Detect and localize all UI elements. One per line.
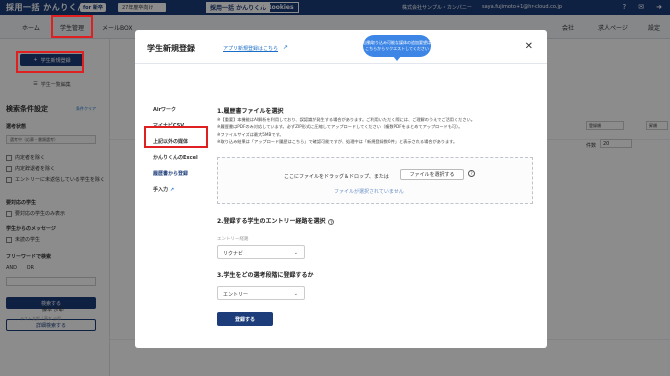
note-line: ※履歴書はPDFのみ対応しています。必ずZIP形式に圧縮してアップロードしてくだ… — [217, 124, 463, 130]
tab-manual-input[interactable]: 手入力 ↗ — [153, 186, 174, 193]
modal-body: 1.履歴書ファイルを選択 ※【重要】本機能はAI解析を利用しており、誤認識が発生… — [217, 64, 539, 348]
tab-airwork[interactable]: Airワーク — [153, 106, 176, 113]
stage-value: エントリー — [223, 292, 249, 298]
tab-mynavi-csv[interactable]: マイナビCSV — [153, 122, 184, 129]
entry-route-label: エントリー経路 — [217, 237, 249, 242]
help-icon[interactable]: ? — [328, 218, 335, 225]
section3-title: 3.学生をどの選考段階に登録するか — [217, 272, 314, 279]
tab-other-media[interactable]: 上記以外の媒体 — [153, 138, 188, 145]
notes: ※【重要】本機能はAI解析を利用しており、誤認識が発生する場合があります。ご利用… — [217, 116, 539, 146]
app-register-help-link[interactable]: アプリ新規登録はこちら — [223, 45, 278, 52]
request-bubble[interactable]: 自動取り込み可能な媒体の追加要望はこちらからリクエストしてください — [363, 35, 431, 61]
tab-manual-input-label: 手入力 — [153, 187, 169, 193]
tab-resume-register[interactable]: 履歴書から登録 — [153, 170, 188, 177]
select-file-button[interactable]: ファイルを選択する — [400, 169, 464, 180]
external-link-icon: ↗ — [170, 187, 175, 193]
section2-title: 2.登録する学生のエントリー経路を選択? — [217, 216, 335, 225]
section2-title-text: 2.登録する学生のエントリー経路を選択 — [217, 218, 326, 225]
file-status: ファイルが選択されていません — [334, 189, 404, 195]
student-register-modal: 学生新規登録 アプリ新規登録はこちら ↗ 自動取り込み可能な媒体の追加要望はこち… — [135, 30, 547, 348]
modal-title: 学生新規登録 — [147, 44, 195, 53]
help-icon[interactable]: ? — [468, 170, 475, 177]
drop-instruction: ここにファイルをドラッグ＆ドロップ、または — [284, 174, 389, 180]
note-line: ※ファイルサイズは最大5MBです。 — [217, 131, 284, 137]
tab-kanrikun-excel[interactable]: かんりくんのExcel — [153, 154, 198, 161]
note-line: ※取り込み結果は「アップロード履歴はこちら」で確認可能ですが、処理中は「新規登録… — [217, 139, 458, 145]
note-line: ※【重要】本機能はAI解析を利用しており、誤認識が発生する場合があります。ご利用… — [217, 117, 475, 122]
entry-route-select[interactable]: リクナビ ⌄ — [217, 245, 305, 259]
section1-title: 1.履歴書ファイルを選択 — [217, 108, 284, 115]
file-drop-zone[interactable]: ここにファイルをドラッグ＆ドロップ、または ファイルを選択する ? ファイルが選… — [217, 157, 533, 204]
stage-select[interactable]: エントリー ⌄ — [217, 286, 305, 300]
register-submit-button[interactable]: 登録する — [217, 312, 273, 326]
modal-header: 学生新規登録 アプリ新規登録はこちら ↗ 自動取り込み可能な媒体の追加要望はこち… — [135, 30, 547, 64]
chevron-down-icon: ⌄ — [293, 291, 298, 297]
close-icon[interactable]: ✕ — [525, 41, 533, 52]
external-link-icon: ↗ — [283, 44, 289, 51]
modal-nav: Airワーク マイナビCSV 上記以外の媒体 かんりくんのExcel 履歴書から… — [135, 64, 213, 348]
entry-route-value: リクナビ — [223, 251, 244, 257]
chevron-down-icon: ⌄ — [293, 250, 298, 256]
